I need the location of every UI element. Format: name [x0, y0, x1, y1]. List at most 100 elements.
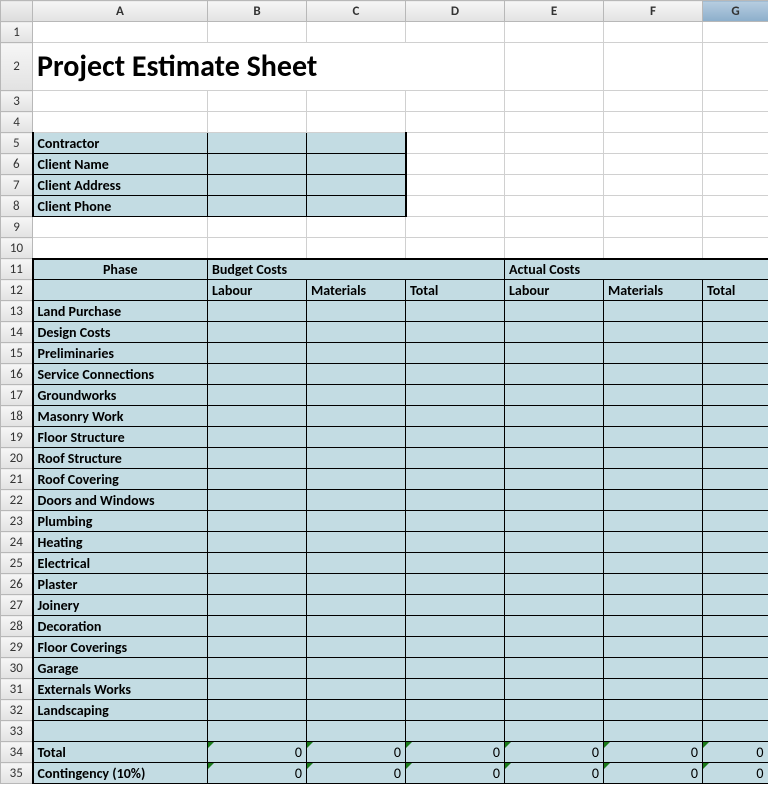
info-label-client-name[interactable]: Client Name	[33, 154, 208, 175]
cell[interactable]	[307, 448, 406, 469]
row-header[interactable]: 17	[1, 385, 33, 406]
cell[interactable]	[703, 553, 768, 574]
phase-label[interactable]: Electrical	[33, 553, 208, 574]
header-materials[interactable]: Materials	[307, 280, 406, 301]
phase-label[interactable]: Roof Structure	[33, 448, 208, 469]
cell[interactable]	[208, 322, 307, 343]
header-labour[interactable]: Labour	[208, 280, 307, 301]
info-label-client-phone[interactable]: Client Phone	[33, 196, 208, 217]
cell[interactable]	[406, 364, 505, 385]
cell[interactable]	[703, 658, 768, 679]
cell[interactable]	[406, 406, 505, 427]
phase-label[interactable]: Doors and Windows	[33, 490, 208, 511]
cell[interactable]	[208, 406, 307, 427]
cell[interactable]	[604, 469, 703, 490]
cell[interactable]	[406, 490, 505, 511]
cell[interactable]	[406, 322, 505, 343]
cell[interactable]	[307, 427, 406, 448]
col-header-G[interactable]: G	[703, 1, 768, 22]
cell[interactable]	[604, 364, 703, 385]
cell[interactable]	[307, 511, 406, 532]
cell[interactable]	[406, 448, 505, 469]
cell[interactable]	[604, 553, 703, 574]
row-header[interactable]: 29	[1, 637, 33, 658]
info-value[interactable]	[307, 196, 406, 217]
cell[interactable]	[505, 490, 604, 511]
header-phase[interactable]: Phase	[33, 259, 208, 280]
cell[interactable]	[208, 700, 307, 721]
phase-label[interactable]: Garage	[33, 658, 208, 679]
cell[interactable]	[505, 574, 604, 595]
cell[interactable]	[505, 700, 604, 721]
cell[interactable]	[208, 532, 307, 553]
info-label-client-address[interactable]: Client Address	[33, 175, 208, 196]
col-header-B[interactable]: B	[208, 1, 307, 22]
cell[interactable]	[307, 616, 406, 637]
row-header[interactable]: 6	[1, 154, 33, 175]
cell[interactable]	[604, 301, 703, 322]
info-value[interactable]	[307, 175, 406, 196]
phase-label[interactable]: Roof Covering	[33, 469, 208, 490]
phase-label[interactable]: Floor Structure	[33, 427, 208, 448]
cell[interactable]	[208, 637, 307, 658]
info-value[interactable]	[208, 196, 307, 217]
phase-label[interactable]: Land Purchase	[33, 301, 208, 322]
cell[interactable]	[208, 658, 307, 679]
row-header[interactable]: 18	[1, 406, 33, 427]
phase-label[interactable]: Service Connections	[33, 364, 208, 385]
cell[interactable]	[505, 616, 604, 637]
cell[interactable]	[505, 364, 604, 385]
cell[interactable]	[604, 448, 703, 469]
row-header[interactable]: 14	[1, 322, 33, 343]
grid[interactable]: A B C D E F G 1 2 Project Estimate Sheet…	[0, 0, 768, 784]
row-header[interactable]: 27	[1, 595, 33, 616]
cell[interactable]	[505, 448, 604, 469]
total-value[interactable]: 0	[406, 742, 505, 763]
cell[interactable]	[505, 679, 604, 700]
cell[interactable]	[406, 385, 505, 406]
cell[interactable]	[406, 700, 505, 721]
cell[interactable]	[307, 532, 406, 553]
row-header[interactable]: 13	[1, 301, 33, 322]
cell[interactable]	[307, 700, 406, 721]
col-header-C[interactable]: C	[307, 1, 406, 22]
phase-label[interactable]: Plaster	[33, 574, 208, 595]
cell[interactable]	[703, 406, 768, 427]
cell[interactable]	[307, 637, 406, 658]
row-header[interactable]: 3	[1, 91, 33, 112]
cell[interactable]	[505, 427, 604, 448]
col-header-D[interactable]: D	[406, 1, 505, 22]
cell[interactable]	[505, 343, 604, 364]
row-header[interactable]: 22	[1, 490, 33, 511]
cell[interactable]	[208, 427, 307, 448]
info-value[interactable]	[307, 154, 406, 175]
cell[interactable]	[604, 679, 703, 700]
phase-label[interactable]: Preliminaries	[33, 343, 208, 364]
cell[interactable]	[505, 532, 604, 553]
phase-label[interactable]: Groundworks	[33, 385, 208, 406]
cell[interactable]	[406, 301, 505, 322]
cell[interactable]	[307, 574, 406, 595]
cell[interactable]	[208, 448, 307, 469]
row-header[interactable]: 11	[1, 259, 33, 280]
cell[interactable]	[604, 511, 703, 532]
cell[interactable]	[703, 616, 768, 637]
cell[interactable]	[604, 385, 703, 406]
cell[interactable]	[604, 700, 703, 721]
total-value[interactable]: 0	[307, 742, 406, 763]
cell[interactable]	[505, 385, 604, 406]
cell[interactable]	[208, 490, 307, 511]
cell[interactable]	[208, 616, 307, 637]
cell[interactable]	[703, 469, 768, 490]
row-header[interactable]: 30	[1, 658, 33, 679]
cell[interactable]	[703, 511, 768, 532]
cell[interactable]	[406, 616, 505, 637]
phase-label[interactable]: Externals Works	[33, 679, 208, 700]
cell[interactable]	[505, 658, 604, 679]
cell[interactable]	[703, 637, 768, 658]
info-value[interactable]	[208, 133, 307, 154]
cell[interactable]	[703, 490, 768, 511]
cell[interactable]	[604, 406, 703, 427]
contingency-value[interactable]: 0	[406, 763, 505, 784]
cell[interactable]	[406, 637, 505, 658]
